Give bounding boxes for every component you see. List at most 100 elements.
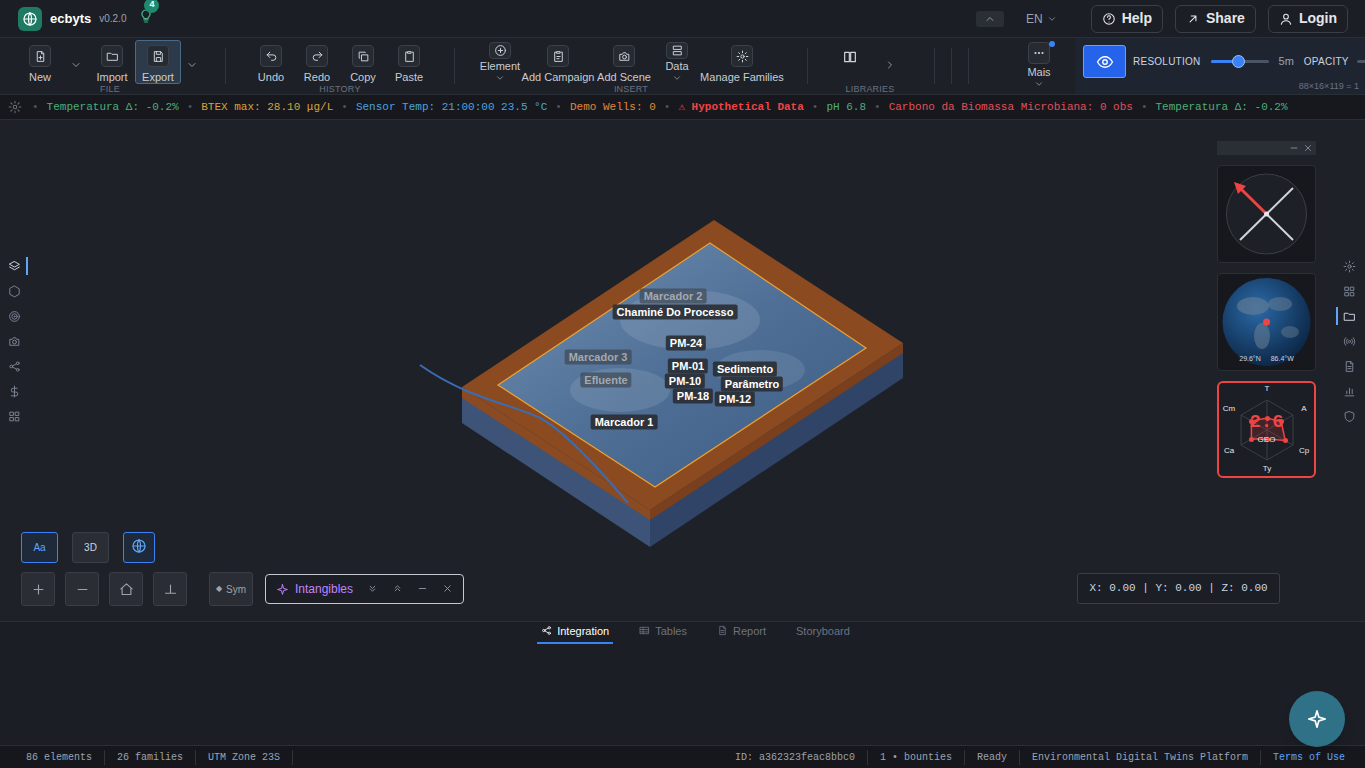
assistant-button[interactable] (1289, 691, 1345, 747)
toolbar-button[interactable]: Paste (386, 40, 432, 84)
scene-label[interactable]: Marcador 3 (565, 350, 632, 365)
collapse-button[interactable] (976, 11, 1004, 27)
button-label: New (29, 72, 51, 83)
ticker-separator: • (32, 99, 39, 116)
button-label: Help (1122, 8, 1152, 29)
scene-label[interactable]: Efluente (580, 373, 631, 388)
sidebar-tab[interactable] (2, 282, 28, 300)
scene-label[interactable]: Sedimento (713, 362, 777, 377)
close-button[interactable] (1303, 136, 1313, 160)
symbols-button[interactable]: ◆Sym (209, 572, 253, 606)
sidebar-tab[interactable] (1336, 257, 1360, 275)
scene-label-text: PM-24 (670, 337, 702, 349)
ground-button[interactable] (153, 572, 187, 606)
opacity-slider[interactable] (1357, 60, 1365, 63)
logo[interactable] (18, 7, 42, 31)
ticker-item: Demo Wells: 0 (570, 99, 656, 116)
scene-label[interactable]: Parâmetro (721, 377, 783, 392)
sidebar-tab[interactable] (1336, 407, 1360, 425)
dropdown-arrow[interactable] (870, 40, 910, 84)
help-button[interactable]: Help (1091, 5, 1163, 33)
toolbar-group: LIBRARIES (830, 38, 910, 95)
sidebar-tab[interactable] (1336, 332, 1360, 350)
sidebar-tab[interactable] (1336, 357, 1360, 375)
status-item: 26 families (105, 750, 196, 765)
top-bar: ecbytsv0.2.04ENHelpShareLogin (0, 0, 1365, 38)
minimize-button[interactable] (1289, 136, 1299, 160)
panel-tab[interactable]: Tables (635, 623, 691, 645)
toolbar-button[interactable]: Add Campaign (523, 40, 593, 84)
ideas-button[interactable]: 4 (138, 7, 154, 31)
view-panel: RESOLUTION5mOPACITY88×16×119 = 1 (1075, 38, 1365, 94)
minimize-button[interactable] (417, 577, 428, 601)
sidebar-tab[interactable] (1336, 307, 1360, 325)
intangibles-panel[interactable]: Intangibles (265, 574, 464, 604)
arrow-holder (70, 54, 82, 78)
toolbar-button[interactable]: Copy (340, 40, 386, 84)
more-button[interactable]: Mais (1017, 38, 1061, 89)
view-settings: RESOLUTION5mOPACITY88×16×119 = 1 (1133, 38, 1365, 94)
icon-box (1028, 42, 1050, 64)
toolbar-button[interactable]: Undo (248, 40, 294, 84)
toolbar-button[interactable]: Import (89, 40, 135, 84)
resolution-slider[interactable] (1211, 60, 1269, 63)
login-button[interactable]: Login (1268, 5, 1348, 33)
double-chevron-up-icon (392, 583, 403, 594)
view-mode-button[interactable]: Aa (21, 532, 58, 563)
close-button[interactable] (442, 577, 453, 601)
radar-chart[interactable]: TACpTyCaCm2.6GEO (1217, 381, 1316, 478)
icon-box (147, 45, 169, 67)
chart-icon (1343, 385, 1356, 398)
collapse-button[interactable] (392, 577, 403, 601)
scene-label[interactable]: Chaminé Do Processo (613, 305, 738, 320)
toolbar-button[interactable]: New (17, 40, 63, 84)
language-select[interactable]: EN (1026, 10, 1057, 28)
sidebar-tab[interactable] (2, 357, 28, 375)
user-icon (1279, 12, 1293, 26)
globe-widget[interactable]: 29.6°N86.4°W (1217, 273, 1316, 371)
sidebar-tab[interactable] (2, 257, 28, 275)
zoom-out-button[interactable] (65, 572, 99, 606)
scene-label-text: PM-18 (677, 390, 709, 402)
visibility-toggle[interactable] (1083, 45, 1126, 78)
scene-label[interactable]: PM-10 (665, 374, 705, 389)
panel-tab[interactable]: Integration (537, 623, 613, 645)
toolbar-button[interactable] (830, 40, 870, 84)
toolbar-button[interactable]: Add Scene (593, 40, 655, 84)
scene-label[interactable]: PM-01 (668, 359, 708, 374)
share-button[interactable]: Share (1175, 5, 1256, 33)
dropdown-arrow[interactable] (63, 40, 89, 84)
scene-label[interactable]: PM-24 (666, 336, 706, 351)
panel-tab[interactable]: Report (713, 623, 770, 645)
compass[interactable] (1217, 165, 1316, 263)
sidebar-tab[interactable] (2, 382, 28, 400)
toolbar-button[interactable]: Export (135, 40, 181, 84)
scene-label[interactable]: PM-18 (673, 389, 713, 404)
terms-link[interactable]: Terms of Use (1261, 750, 1345, 765)
scene-label[interactable]: Marcador 2 (640, 289, 707, 304)
view-mode-button[interactable] (123, 532, 155, 563)
scene-label-text: Sedimento (717, 363, 773, 375)
sidebar-tab[interactable] (2, 407, 28, 425)
sidebar-tab[interactable] (2, 307, 28, 325)
home-button[interactable] (109, 572, 143, 606)
sidebar-tab[interactable] (2, 332, 28, 350)
scene-label[interactable]: PM-12 (715, 392, 755, 407)
toolbar-button[interactable]: Redo (294, 40, 340, 84)
ticker-separator: • (664, 99, 671, 116)
panel-tab[interactable]: Storyboard (792, 623, 854, 645)
scene-label[interactable]: Marcador 1 (591, 415, 658, 430)
status-item: 86 elements (14, 750, 105, 765)
sidebar-tab[interactable] (1336, 382, 1360, 400)
view-mode-button[interactable]: 3D (72, 532, 109, 563)
tab-label: Report (733, 623, 766, 640)
sidebar-tab[interactable] (1336, 282, 1360, 300)
toolbar-button[interactable]: Manage Families (699, 40, 785, 84)
zoom-in-button[interactable] (21, 572, 55, 606)
cursor-coordinates: X: 0.00 | Y: 0.00 | Z: 0.00 (1077, 573, 1280, 604)
toolbar-button[interactable]: Data (655, 40, 699, 84)
dropdown-arrow[interactable] (181, 40, 203, 84)
expand-button[interactable] (367, 577, 378, 601)
slider-knob[interactable] (1232, 55, 1245, 68)
toolbar-button[interactable]: Element (477, 40, 523, 84)
